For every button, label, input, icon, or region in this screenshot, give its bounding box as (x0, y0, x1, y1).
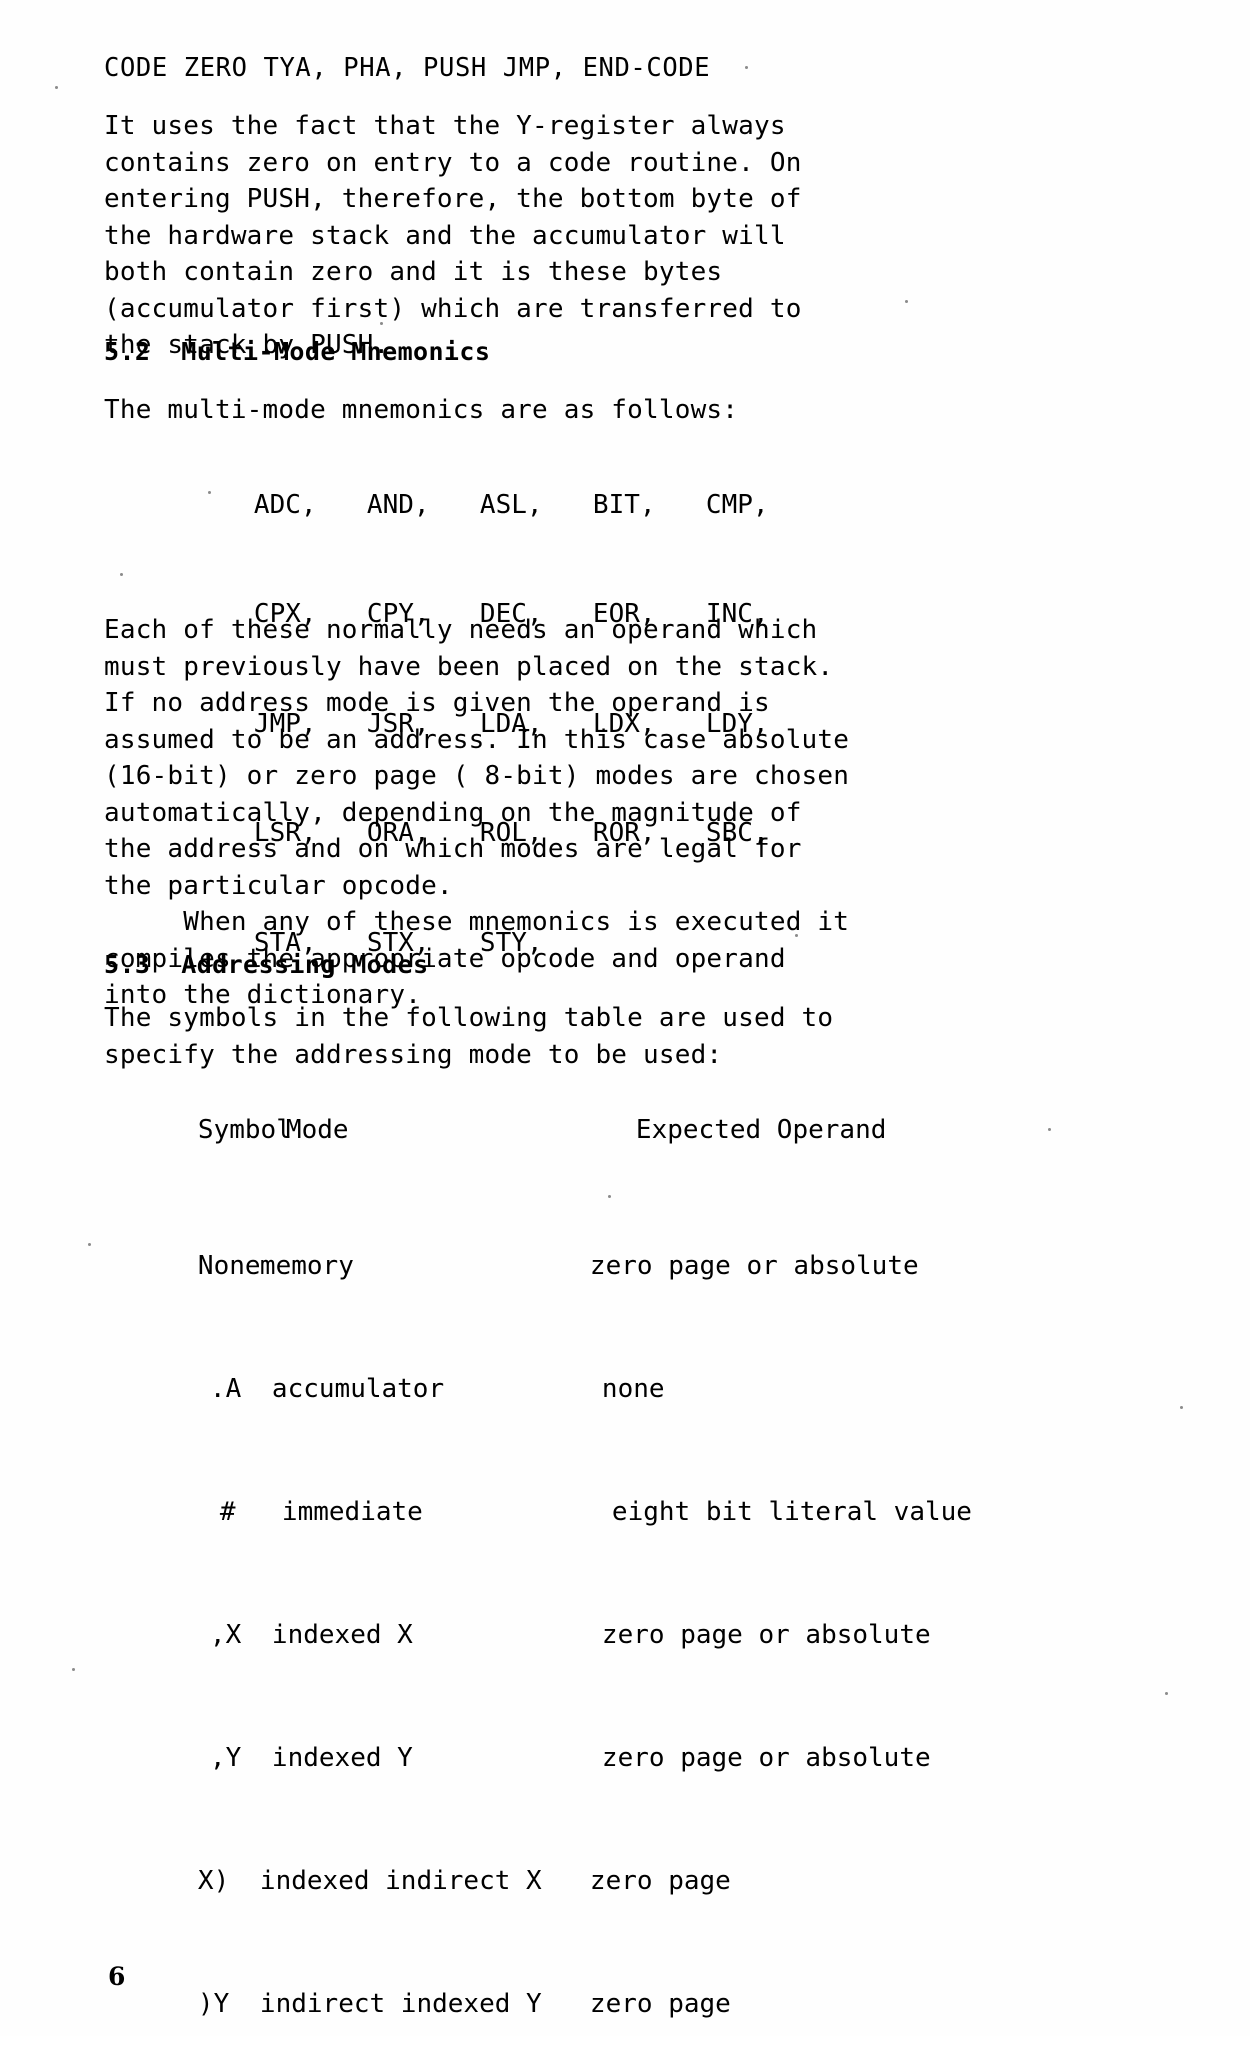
table-row: X) indexed indirect X zero page (104, 1820, 972, 1943)
scan-speck (608, 1195, 611, 1198)
paragraph-line: must previously have been placed on the … (104, 651, 834, 682)
mnemonic-cell: AND, (366, 489, 430, 520)
table-row: ,X indexed X zero page or absolute (104, 1574, 972, 1697)
paragraph-line: entering PUSH, therefore, the bottom byt… (104, 184, 802, 214)
section-heading-5-2: 5.2 Multi-Mode Mnemonics (104, 337, 491, 366)
scan-speck (208, 491, 211, 494)
scan-speck (236, 1127, 239, 1130)
mnemonic-cell: ASL, (479, 489, 543, 520)
cell-mode: accumulator (271, 1374, 445, 1404)
addressing-lead-paragraph: The symbols in the following table are u… (104, 1000, 833, 1073)
column-header-operand: Expected Operand (635, 1115, 887, 1145)
paragraph-line: (accumulator first) which are transferre… (104, 293, 802, 324)
cell-mode: indirect indexed Y (259, 1989, 542, 2019)
table-row: ,Y indexed Y zero page or absolute (104, 1697, 972, 1820)
cell-operand: eight bit literal value (611, 1497, 972, 1527)
scan-speck (905, 300, 908, 303)
scan-speck (795, 934, 798, 937)
cell-mode: indexed Y (271, 1743, 413, 1773)
paragraph-line: the address and on which modes are legal… (104, 834, 802, 864)
paragraph-line: specify the addressing mode to be used: (104, 1039, 723, 1070)
scan-speck (120, 573, 123, 576)
cell-symbol: X) (197, 1866, 230, 1896)
mnemonics-row: ADC, AND, ASL, BIT, CMP, (160, 450, 819, 560)
mnemonics-lead-in: The multi-mode mnemonics are as follows: (104, 395, 739, 425)
section-heading-5-3: 5.3 Addressing Modes (104, 950, 429, 979)
scan-speck (88, 1243, 91, 1246)
cell-symbol: .A (209, 1374, 242, 1404)
intro-paragraph: It uses the fact that the Y-register alw… (104, 108, 802, 364)
paragraph-line: The symbols in the following table are u… (104, 1003, 834, 1033)
table-header-row: SymbolMode Expected Operand (104, 1085, 972, 1175)
mnemonic-cell: ADC, (253, 489, 317, 520)
scan-speck (1180, 1406, 1183, 1409)
cell-operand: zero page or absolute (601, 1620, 931, 1650)
scan-speck (55, 86, 58, 89)
document-page: CODE ZERO TYA, PHA, PUSH JMP, END-CODE I… (0, 0, 1250, 2036)
mnemonic-cell: BIT, (592, 489, 656, 520)
paragraph-line: When any of these mnemonics is executed … (104, 907, 850, 937)
paragraph-line: assumed to be an address. In this case a… (104, 724, 850, 755)
paragraph-line: Each of these normally needs an operand … (104, 615, 818, 645)
cell-symbol: )Y (197, 1989, 230, 2019)
cell-symbol: None (197, 1251, 261, 1281)
table-row: .A accumulator none (104, 1328, 972, 1451)
scan-speck (745, 66, 748, 69)
cell-mode: indexed indirect X (259, 1866, 542, 1896)
cell-mode: indexed X (271, 1620, 413, 1650)
scan-speck (72, 1668, 75, 1671)
cell-operand: zero page (589, 1989, 731, 2019)
scan-speck (380, 322, 383, 325)
mnemonic-cell: CMP, (705, 489, 769, 520)
cell-symbol: ,Y (209, 1743, 242, 1773)
paragraph-line: both contain zero and it is these bytes (104, 257, 723, 287)
code-header-line: CODE ZERO TYA, PHA, PUSH JMP, END-CODE (104, 53, 711, 83)
scan-speck (1165, 1692, 1168, 1695)
cell-operand: zero page (589, 1866, 731, 1896)
paragraph-line: the hardware stack and the accumulator w… (104, 220, 786, 251)
column-header-symbol: Symbol (197, 1115, 292, 1145)
table-row: # immediate eight bit literal value (104, 1451, 972, 1574)
cell-mode: immediate (281, 1497, 423, 1527)
cell-mode: memory (259, 1251, 354, 1281)
addressing-modes-table: SymbolMode Expected Operand Nonememory zer… (104, 1085, 972, 2066)
column-header-mode: Mode (285, 1115, 349, 1145)
cell-operand: zero page or absolute (589, 1251, 919, 1281)
paragraph-line: (16-bit) or zero page ( 8-bit) modes are… (104, 761, 850, 791)
page-number: 6 (108, 1962, 126, 1991)
table-row: )Y indirect indexed Y zero page (104, 1943, 972, 2066)
table-row: Nonememory zero page or absolute (104, 1205, 972, 1328)
cell-operand: zero page or absolute (601, 1743, 931, 1773)
paragraph-line: If no address mode is given the operand … (104, 688, 770, 718)
paragraph-line: automatically, depending on the magnitud… (104, 797, 802, 828)
paragraph-line: the particular opcode. (104, 870, 453, 901)
paragraph-line: It uses the fact that the Y-register alw… (104, 111, 786, 141)
paragraph-line: contains zero on entry to a code routine… (104, 147, 802, 178)
cell-operand: none (601, 1374, 665, 1404)
cell-symbol: # (219, 1497, 236, 1527)
scan-speck (1048, 1128, 1051, 1131)
cell-symbol: ,X (209, 1620, 242, 1650)
